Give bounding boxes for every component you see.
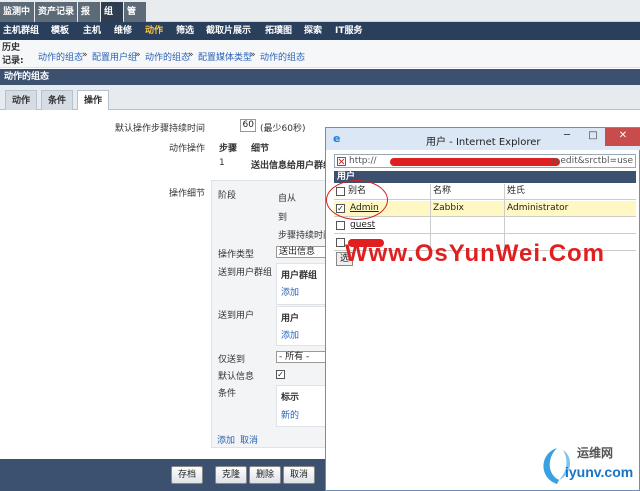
page-icon: [337, 157, 346, 166]
only-send-value: - 所有 -: [279, 352, 310, 362]
nav-slideshows[interactable]: 截取片展示: [206, 22, 251, 40]
breadcrumb-3[interactable]: 动作的组态: [145, 50, 190, 63]
default-msg-label: 默认信息: [218, 372, 255, 382]
conditions-label: 条件: [218, 389, 237, 399]
history-label: 历史记录:: [2, 43, 24, 66]
op-details-label: 操作细节: [168, 189, 205, 199]
form-header: 动作的组态: [0, 69, 640, 85]
breadcrumb-sep: »: [135, 50, 141, 60]
cancel-button[interactable]: 取消: [283, 466, 316, 484]
row-checkbox[interactable]: [336, 238, 345, 247]
tag-head: 标示: [281, 393, 300, 403]
tab-conditions[interactable]: 条件: [41, 90, 74, 110]
send-to-users-label: 送到用户: [218, 311, 255, 321]
top-tab-reports[interactable]: 报表: [78, 2, 100, 37]
only-send-label: 仅送到: [218, 355, 246, 365]
only-send-select[interactable]: - 所有 -: [276, 351, 328, 363]
nav-hosts[interactable]: 主机: [83, 22, 101, 40]
send-to-groups-label: 送到用户群组: [218, 268, 273, 278]
add-operation-link[interactable]: 添加: [217, 433, 235, 446]
breadcrumb-1[interactable]: 动作的组态: [38, 50, 83, 63]
default-duration-input[interactable]: 60: [240, 119, 256, 132]
breadcrumb-sep: »: [82, 50, 88, 60]
site-logo: 运维网 iyunv.com: [533, 440, 640, 491]
ops-col-step: 步骤: [219, 144, 238, 154]
history-bar: 历史记录: 动作的组态 » 配置用户组 » 动作的组态 » 配置媒体类型 » 动…: [0, 40, 640, 68]
op-details-panel: 阶段 自从 到 步骤持续时间 操作类型 送出信息 送到用户群组 用户群组 添加 …: [211, 180, 333, 448]
row-checkbox[interactable]: [336, 221, 345, 230]
top-tab-monitoring[interactable]: 监测中: [0, 2, 34, 22]
default-duration-label: 默认操作步骤持续时间: [114, 124, 205, 134]
breadcrumb-4[interactable]: 配置媒体类型: [198, 50, 252, 63]
nav-maintenance[interactable]: 维修: [114, 22, 132, 40]
popup-titlebar: e 用户 - Internet Explorer ─ □ ✕: [326, 128, 640, 150]
annotation-circle: [326, 180, 388, 220]
users-table-title: 用户: [334, 171, 636, 183]
tab-action[interactable]: 动作: [5, 90, 38, 110]
main-nav: 主机群组 模板 主机 维修 动作 筛选 截取片展示 拓璞图 探索 IT服务: [0, 22, 640, 40]
nav-host-groups[interactable]: 主机群组: [3, 22, 39, 40]
clone-button[interactable]: 克隆: [215, 466, 248, 484]
save-button[interactable]: 存档: [171, 466, 204, 484]
users-head: 用户: [281, 314, 300, 324]
default-duration-hint: (最少60秒): [260, 124, 306, 134]
step-duration-label: 步骤持续时间: [278, 231, 333, 241]
op-type-label: 操作类型: [218, 250, 255, 260]
logo-en-text: iyunv.com: [565, 464, 634, 480]
add-user-link[interactable]: 添加: [281, 328, 299, 341]
close-icon[interactable]: ✕: [605, 128, 640, 146]
new-condition-link[interactable]: 新的: [281, 408, 299, 421]
redacted-url: [390, 158, 560, 166]
add-user-group-link[interactable]: 添加: [281, 285, 299, 298]
address-bar[interactable]: http:// n.edit&srctbl=use: [334, 154, 636, 168]
popup-title: 用户 - Internet Explorer: [426, 137, 541, 148]
watermark: Www.OsYunWei.Com: [345, 240, 606, 267]
op-type-value: 送出信息: [279, 247, 316, 257]
top-tab-administration[interactable]: 管理: [124, 2, 146, 37]
top-tab-inventory[interactable]: 资产记录: [35, 2, 77, 22]
tab-operations[interactable]: 操作: [77, 90, 110, 110]
ops-col-detail: 细节: [251, 144, 270, 154]
logo-cn-text: 运维网: [577, 446, 614, 460]
cancel-operation-link[interactable]: 取消: [240, 433, 258, 446]
user-surname: Administrator: [507, 203, 569, 213]
ie-icon: e: [333, 132, 341, 145]
minimize-icon[interactable]: ─: [554, 128, 580, 146]
conditions-box: 标示 新的: [276, 385, 330, 427]
nav-discovery[interactable]: 探索: [304, 22, 322, 40]
breadcrumb-sep: »: [250, 50, 256, 60]
ops-row-detail: 送出信息给用户群组: [251, 161, 333, 171]
operations-label: 动作操作: [168, 144, 205, 154]
user-alias-link[interactable]: guest: [350, 220, 375, 230]
ops-row-step: 1: [219, 158, 225, 168]
breadcrumb-5[interactable]: 动作的组态: [260, 50, 305, 63]
form-tab-strip: 动作 条件 操作: [0, 85, 640, 110]
phase-label: 阶段: [218, 191, 237, 201]
user-groups-box: 用户群组 添加: [276, 263, 330, 305]
nav-templates[interactable]: 模板: [51, 22, 69, 40]
from-label: 自从: [278, 194, 297, 204]
user-groups-head: 用户群组: [281, 271, 318, 281]
users-box: 用户 添加: [276, 306, 330, 346]
nav-it-services[interactable]: IT服务: [335, 22, 363, 40]
delete-button[interactable]: 删除: [249, 466, 282, 484]
top-tab-configuration[interactable]: 组态: [101, 2, 123, 37]
maximize-icon[interactable]: □: [580, 128, 606, 146]
op-type-select[interactable]: 送出信息: [276, 246, 326, 258]
top-tabs: 监测中 资产记录 报表 组态 管理: [0, 0, 640, 37]
default-msg-checkbox[interactable]: ✓: [276, 370, 285, 379]
breadcrumb-sep: »: [188, 50, 194, 60]
nav-maps[interactable]: 拓璞图: [265, 22, 292, 40]
nav-actions[interactable]: 动作: [145, 22, 163, 40]
address-tail: n.edit&srctbl=use: [551, 156, 633, 166]
breadcrumb-2[interactable]: 配置用户组: [92, 50, 137, 63]
to-label: 到: [278, 213, 288, 223]
address-prefix: http://: [349, 156, 377, 166]
table-row[interactable]: guest: [334, 218, 636, 234]
nav-screens[interactable]: 筛选: [176, 22, 194, 40]
user-name: Zabbix: [433, 203, 464, 213]
